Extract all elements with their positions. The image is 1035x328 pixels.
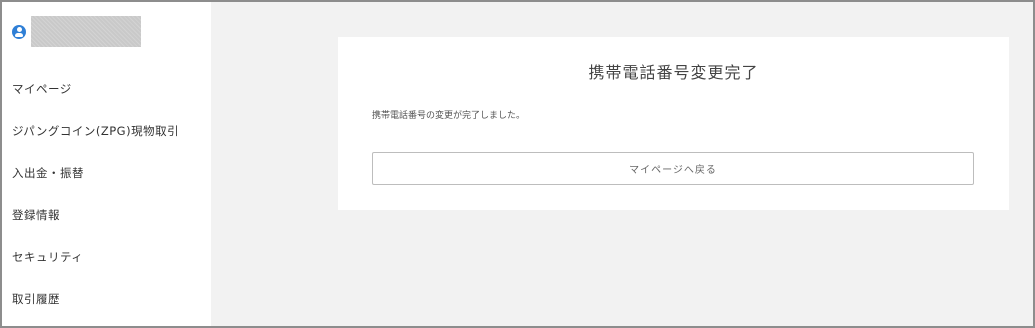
sidebar-item-security[interactable]: セキュリティ: [12, 243, 179, 285]
back-to-mypage-button[interactable]: マイページへ戻る: [372, 152, 974, 185]
sidebar-item-mypage[interactable]: マイページ: [12, 75, 179, 117]
page-title: 携帯電話番号変更完了: [588, 63, 759, 82]
sidebar-item-registration-info[interactable]: 登録情報: [12, 201, 179, 243]
sidebar: マイページ ジパングコイン(ZPG)現物取引 入出金・振替 登録情報 セキュリテ…: [2, 2, 211, 326]
sidebar-item-zpg-spot-trading[interactable]: ジパングコイン(ZPG)現物取引: [12, 117, 179, 159]
app-window: マイページ ジパングコイン(ZPG)現物取引 入出金・振替 登録情報 セキュリテ…: [0, 0, 1035, 328]
sidebar-nav: マイページ ジパングコイン(ZPG)現物取引 入出金・振替 登録情報 セキュリテ…: [12, 75, 179, 327]
completion-message: 携帯電話番号の変更が完了しました。: [372, 111, 526, 121]
completion-card: 携帯電話番号変更完了 携帯電話番号の変更が完了しました。 マイページへ戻る: [338, 37, 1009, 210]
user-circle-icon: [12, 24, 26, 39]
sidebar-item-deposit-withdrawal[interactable]: 入出金・振替: [12, 159, 179, 201]
main-content: 携帯電話番号変更完了 携帯電話番号の変更が完了しました。 マイページへ戻る: [211, 2, 1033, 326]
user-name-redacted: [31, 16, 141, 47]
sidebar-item-trade-history[interactable]: 取引履歴: [12, 285, 179, 327]
user-info: [12, 16, 141, 47]
